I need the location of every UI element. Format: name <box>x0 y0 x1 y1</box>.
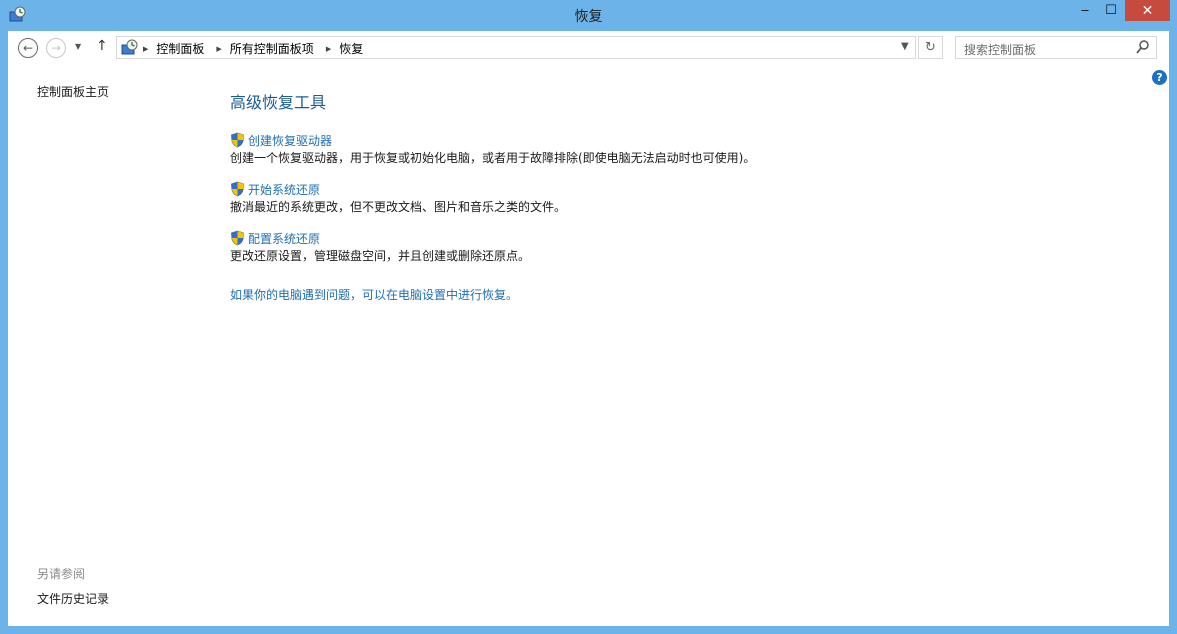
uac-shield-icon <box>231 230 244 246</box>
minimize-button[interactable]: ‒ <box>1072 0 1098 21</box>
up-arrow-icon: ↑ <box>96 38 108 54</box>
control-panel-icon <box>121 39 138 55</box>
forward-arrow-icon: → <box>50 41 62 55</box>
control-panel-home-link[interactable]: 控制面板主页 <box>37 83 109 100</box>
recovery-window: 恢复 ‒ ☐ ✕ ← → ▼ ↑ ▶ 控制面板 ▶ 所有控制面板项 ▶ 恢复 ▼… <box>0 0 1177 634</box>
task-description: 更改还原设置，管理磁盘空间，并且创建或删除还原点。 <box>230 249 531 263</box>
task-title[interactable]: 创建恢复驱动器 <box>248 132 332 149</box>
breadcrumb-item-control-panel[interactable]: 控制面板 <box>156 40 204 57</box>
create-recovery-drive-link[interactable]: 创建恢复驱动器 <box>230 131 755 149</box>
breadcrumb: ▶ 控制面板 ▶ 所有控制面板项 ▶ 恢复 <box>143 40 375 57</box>
help-icon[interactable]: ? <box>1152 70 1167 85</box>
task-create-recovery-drive: 创建恢复驱动器 创建一个恢复驱动器，用于恢复或初始化电脑，或者用于故障排除(即使… <box>230 131 755 166</box>
search-placeholder: 搜索控制面板 <box>964 43 1037 57</box>
maximize-button[interactable]: ☐ <box>1098 0 1124 21</box>
refresh-icon: ↻ <box>925 40 936 55</box>
task-start-system-restore: 开始系统还原 撤消最近的系统更改，但不更改文档、图片和音乐之类的文件。 <box>230 180 566 215</box>
task-configure-system-restore: 配置系统还原 更改还原设置，管理磁盘空间，并且创建或删除还原点。 <box>230 229 530 264</box>
chevron-down-icon: ▼ <box>75 42 82 51</box>
breadcrumb-separator-icon[interactable]: ▶ <box>143 45 148 53</box>
search-icon[interactable] <box>1136 39 1150 55</box>
task-title[interactable]: 配置系统还原 <box>248 230 320 247</box>
uac-shield-icon <box>231 132 244 148</box>
close-button[interactable]: ✕ <box>1125 0 1170 21</box>
title-bar[interactable]: 恢复 ‒ ☐ ✕ <box>0 0 1177 31</box>
client-area: ← → ▼ ↑ ▶ 控制面板 ▶ 所有控制面板项 ▶ 恢复 ▼ ↻ 搜索控制面板… <box>8 31 1169 626</box>
search-input[interactable]: 搜索控制面板 <box>955 36 1157 59</box>
breadcrumb-item-all-items[interactable]: 所有控制面板项 <box>230 40 314 57</box>
breadcrumb-separator-icon[interactable]: ▶ <box>216 45 221 53</box>
navigation-bar: ← → ▼ ↑ ▶ 控制面板 ▶ 所有控制面板项 ▶ 恢复 ▼ ↻ 搜索控制面板 <box>8 31 1169 65</box>
forward-button[interactable]: → <box>46 38 66 58</box>
pc-settings-recovery-link[interactable]: 如果你的电脑遇到问题，可以在电脑设置中进行恢复。 <box>230 286 518 303</box>
up-button[interactable]: ↑ <box>96 38 108 54</box>
start-system-restore-link[interactable]: 开始系统还原 <box>230 180 566 198</box>
back-arrow-icon: ← <box>22 41 34 55</box>
task-description: 撤消最近的系统更改，但不更改文档、图片和音乐之类的文件。 <box>230 200 567 214</box>
address-bar[interactable]: ▶ 控制面板 ▶ 所有控制面板项 ▶ 恢复 ▼ <box>116 36 916 59</box>
task-description: 创建一个恢复驱动器，用于恢复或初始化电脑，或者用于故障排除(即使电脑无法启动时也… <box>230 151 756 165</box>
breadcrumb-separator-icon[interactable]: ▶ <box>326 45 331 53</box>
breadcrumb-item-recovery[interactable]: 恢复 <box>339 40 363 57</box>
task-title[interactable]: 开始系统还原 <box>248 181 320 198</box>
window-title: 恢复 <box>574 9 603 25</box>
see-also-heading: 另请参阅 <box>37 567 86 581</box>
refresh-button[interactable]: ↻ <box>918 36 943 59</box>
page-title: 高级恢复工具 <box>230 93 327 112</box>
uac-shield-icon <box>231 181 244 197</box>
file-history-link[interactable]: 文件历史记录 <box>37 590 109 607</box>
address-dropdown-icon[interactable]: ▼ <box>901 41 909 52</box>
configure-system-restore-link[interactable]: 配置系统还原 <box>230 229 530 247</box>
recent-locations-button[interactable]: ▼ <box>75 42 81 51</box>
back-button[interactable]: ← <box>18 38 38 58</box>
